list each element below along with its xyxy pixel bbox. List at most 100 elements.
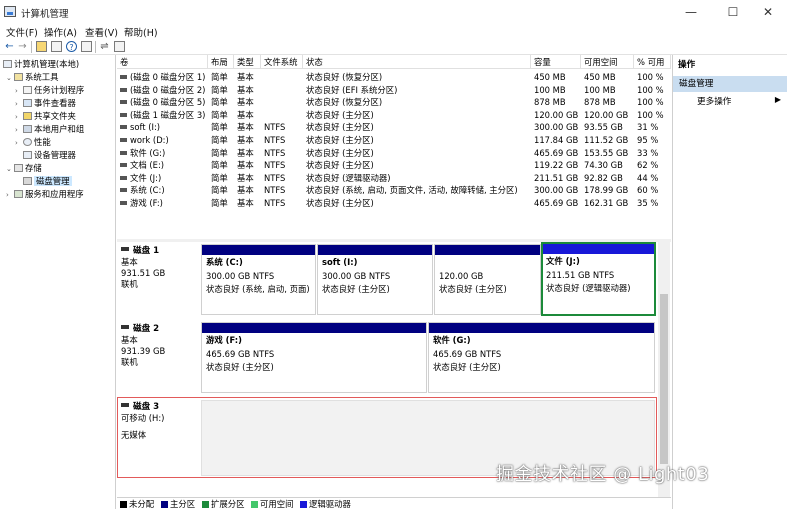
menu-action[interactable]: 操作(A) bbox=[44, 25, 77, 39]
tree-item-event-viewer[interactable]: › 事件查看器 bbox=[15, 97, 76, 109]
volume-cell: 100 MB bbox=[534, 84, 566, 95]
column-header-type[interactable]: 类型 bbox=[234, 55, 261, 69]
volume-cell: 450 MB bbox=[584, 72, 616, 82]
tree-item-storage[interactable]: ⌄ 存储 bbox=[6, 162, 42, 174]
shared-folders-icon bbox=[23, 112, 32, 120]
volume-cell: NTFS bbox=[264, 160, 286, 171]
volume-cell: 878 MB bbox=[534, 97, 566, 108]
volume-cell: work (D:) bbox=[130, 135, 169, 145]
volume-cell: 软件 (G:) bbox=[130, 147, 166, 158]
column-header-filesystem[interactable]: 文件系统 bbox=[261, 55, 303, 69]
tree-item-shared-folders[interactable]: › 共享文件夹 bbox=[15, 110, 76, 122]
tree-item-system-tools[interactable]: ⌄ 系统工具 bbox=[6, 71, 59, 83]
partition-color-bar bbox=[429, 323, 654, 333]
close-button[interactable]: ✕ bbox=[752, 3, 784, 21]
volume-row[interactable]: 系统 (C:) 简单 基本 NTFS 状态良好 (系统, 启动, 页面文件, 活动, 故… bbox=[117, 184, 671, 197]
volume-cell: 状态良好 (主分区) bbox=[306, 135, 374, 145]
partition-unnamed[interactable]: 120.00 GB 状态良好 (主分区) bbox=[434, 244, 541, 315]
volume-row[interactable]: (磁盘 1 磁盘分区 3) 简单 基本 状态良好 (主分区) 120.00 GB 120.… bbox=[117, 109, 671, 122]
disk-label-2[interactable]: 磁盘 2 基本 931.39 GB 联机 bbox=[117, 320, 201, 394]
partition-g[interactable]: 软件 (G:) 465.69 GB NTFS 状态良好 (主分区) bbox=[428, 322, 655, 393]
expand-icon[interactable]: › bbox=[6, 189, 14, 201]
volume-icon bbox=[120, 138, 127, 142]
tree-item-device-manager[interactable]: 设备管理器 bbox=[15, 149, 76, 161]
legend-item-extended: 扩展分区 bbox=[202, 498, 245, 510]
volume-cell: 简单 bbox=[211, 185, 228, 196]
column-header-status[interactable]: 状态 bbox=[303, 55, 531, 69]
volume-row[interactable]: soft (I:) 简单 基本 NTFS 状态良好 (主分区) 300.00 GB 93.5… bbox=[117, 121, 671, 134]
legend: 未分配 主分区 扩展分区 可用空间 逻辑驱动器 bbox=[117, 497, 671, 509]
tree-item-services-apps[interactable]: › 服务和应用程序 bbox=[6, 188, 84, 200]
properties-icon[interactable] bbox=[81, 41, 92, 52]
computer-management-icon bbox=[3, 60, 12, 68]
volume-cell: 100 MB bbox=[584, 84, 616, 95]
expand-icon[interactable]: › bbox=[15, 111, 23, 123]
back-icon[interactable]: ← bbox=[4, 41, 15, 52]
minimize-button[interactable]: — bbox=[675, 3, 707, 21]
collapse-icon[interactable]: ⌄ bbox=[6, 163, 14, 175]
disk-label-1[interactable]: 磁盘 1 基本 931.51 GB 联机 bbox=[117, 242, 201, 316]
volume-row[interactable]: (磁盘 0 磁盘分区 5) 简单 基本 状态良好 (恢复分区) 878 MB 878 MB… bbox=[117, 96, 671, 109]
column-header-capacity[interactable]: 容量 bbox=[531, 55, 581, 69]
tree-item-users-groups[interactable]: › 本地用户和组 bbox=[15, 123, 84, 135]
volume-row[interactable]: work (D:) 简单 基本 NTFS 状态良好 (主分区) 117.84 GB 111.… bbox=[117, 134, 671, 147]
expand-icon[interactable]: › bbox=[15, 85, 23, 97]
legend-item-free-space: 可用空间 bbox=[251, 498, 294, 510]
volume-cell: 简单 bbox=[211, 122, 228, 133]
help-icon[interactable]: ? bbox=[66, 41, 77, 52]
expand-icon[interactable]: › bbox=[15, 124, 23, 136]
volume-row[interactable]: 文档 (E:) 简单 基本 NTFS 状态良好 (主分区) 119.22 GB 74.30 … bbox=[117, 159, 671, 172]
volume-cell: 简单 bbox=[211, 160, 228, 171]
column-header-percent-free[interactable]: % 可用 bbox=[634, 55, 671, 69]
menu-view[interactable]: 查看(V) bbox=[85, 25, 118, 39]
vertical-scrollbar[interactable] bbox=[658, 242, 670, 497]
menu-file[interactable]: 文件(F) bbox=[6, 25, 38, 39]
volume-cell: (磁盘 1 磁盘分区 3) bbox=[130, 109, 206, 120]
tree-item-task-scheduler[interactable]: › 任务计划程序 bbox=[15, 84, 84, 96]
collapse-icon[interactable]: ⌄ bbox=[6, 72, 14, 84]
volume-cell: 450 MB bbox=[534, 72, 566, 82]
volume-row[interactable]: 游戏 (F:) 简单 基本 NTFS 状态良好 (主分区) 465.69 GB 162.31… bbox=[117, 197, 671, 210]
volume-cell: 简单 bbox=[211, 135, 228, 145]
connect-icon[interactable]: ⇌ bbox=[99, 41, 110, 52]
tree-item-computer-management[interactable]: 计算机管理(本地) bbox=[3, 58, 79, 70]
volume-row[interactable]: 软件 (G:) 简单 基本 NTFS 状态良好 (主分区) 465.69 GB 153.55… bbox=[117, 147, 671, 160]
chevron-right-icon[interactable]: ▶ bbox=[775, 95, 781, 104]
volume-row[interactable]: (磁盘 0 磁盘分区 1) 简单 基本 状态良好 (恢复分区) 450 MB 450 MB… bbox=[117, 71, 671, 84]
actions-pane: 操作 磁盘管理 更多操作 ▶ bbox=[672, 55, 787, 509]
tree-item-performance[interactable]: › 性能 bbox=[15, 136, 51, 148]
partition-c[interactable]: 系统 (C:) 300.00 GB NTFS 状态良好 (系统, 启动, 页面) bbox=[201, 244, 316, 315]
more-actions-link[interactable]: 更多操作 bbox=[697, 95, 731, 107]
partition-color-bar bbox=[202, 245, 315, 255]
partition-f[interactable]: 游戏 (F:) 465.69 GB NTFS 状态良好 (主分区) bbox=[201, 322, 427, 393]
actions-section-disk-management[interactable]: 磁盘管理 bbox=[673, 76, 787, 92]
expand-icon[interactable]: › bbox=[15, 137, 23, 149]
volume-cell: 简单 bbox=[211, 198, 228, 208]
legend-item-primary: 主分区 bbox=[161, 498, 195, 510]
menu-help[interactable]: 帮助(H) bbox=[124, 25, 158, 39]
volume-cell: 44 % bbox=[637, 172, 659, 183]
column-header-free-space[interactable]: 可用空间 bbox=[581, 55, 634, 69]
volume-cell: 简单 bbox=[211, 147, 228, 158]
volume-cell: 简单 bbox=[211, 109, 228, 120]
disk-graphical-view: 磁盘 1 基本 931.51 GB 联机 系统 (C:) 300.00 GB N… bbox=[117, 242, 671, 497]
partition-i[interactable]: soft (I:) 300.00 GB NTFS 状态良好 (主分区) bbox=[317, 244, 433, 315]
tree-item-disk-management[interactable]: 磁盘管理 bbox=[15, 175, 72, 187]
scrollbar-thumb[interactable] bbox=[660, 294, 668, 464]
column-header-volume[interactable]: 卷 bbox=[117, 55, 208, 69]
volume-cell: 基本 bbox=[237, 198, 254, 208]
maximize-button[interactable]: ☐ bbox=[717, 3, 749, 21]
volume-cell: 119.22 GB bbox=[534, 160, 579, 171]
legend-item-unallocated: 未分配 bbox=[120, 498, 154, 510]
column-header-layout[interactable]: 布局 bbox=[208, 55, 234, 69]
folder-up-icon[interactable] bbox=[36, 41, 47, 52]
volume-row[interactable]: (磁盘 0 磁盘分区 2) 简单 基本 状态良好 (EFI 系统分区) 100 MB 10… bbox=[117, 84, 671, 97]
legend-swatch bbox=[202, 501, 209, 508]
event-viewer-icon bbox=[23, 99, 32, 107]
show-tree-icon[interactable] bbox=[51, 41, 62, 52]
volume-cell: 状态良好 (主分区) bbox=[306, 147, 374, 158]
expand-icon[interactable]: › bbox=[15, 98, 23, 110]
forward-icon[interactable]: → bbox=[17, 41, 28, 52]
volume-row[interactable]: 文件 (J:) 简单 基本 NTFS 状态良好 (逻辑驱动器) 211.51 GB 92.8… bbox=[117, 172, 671, 185]
view-icon[interactable] bbox=[114, 41, 125, 52]
